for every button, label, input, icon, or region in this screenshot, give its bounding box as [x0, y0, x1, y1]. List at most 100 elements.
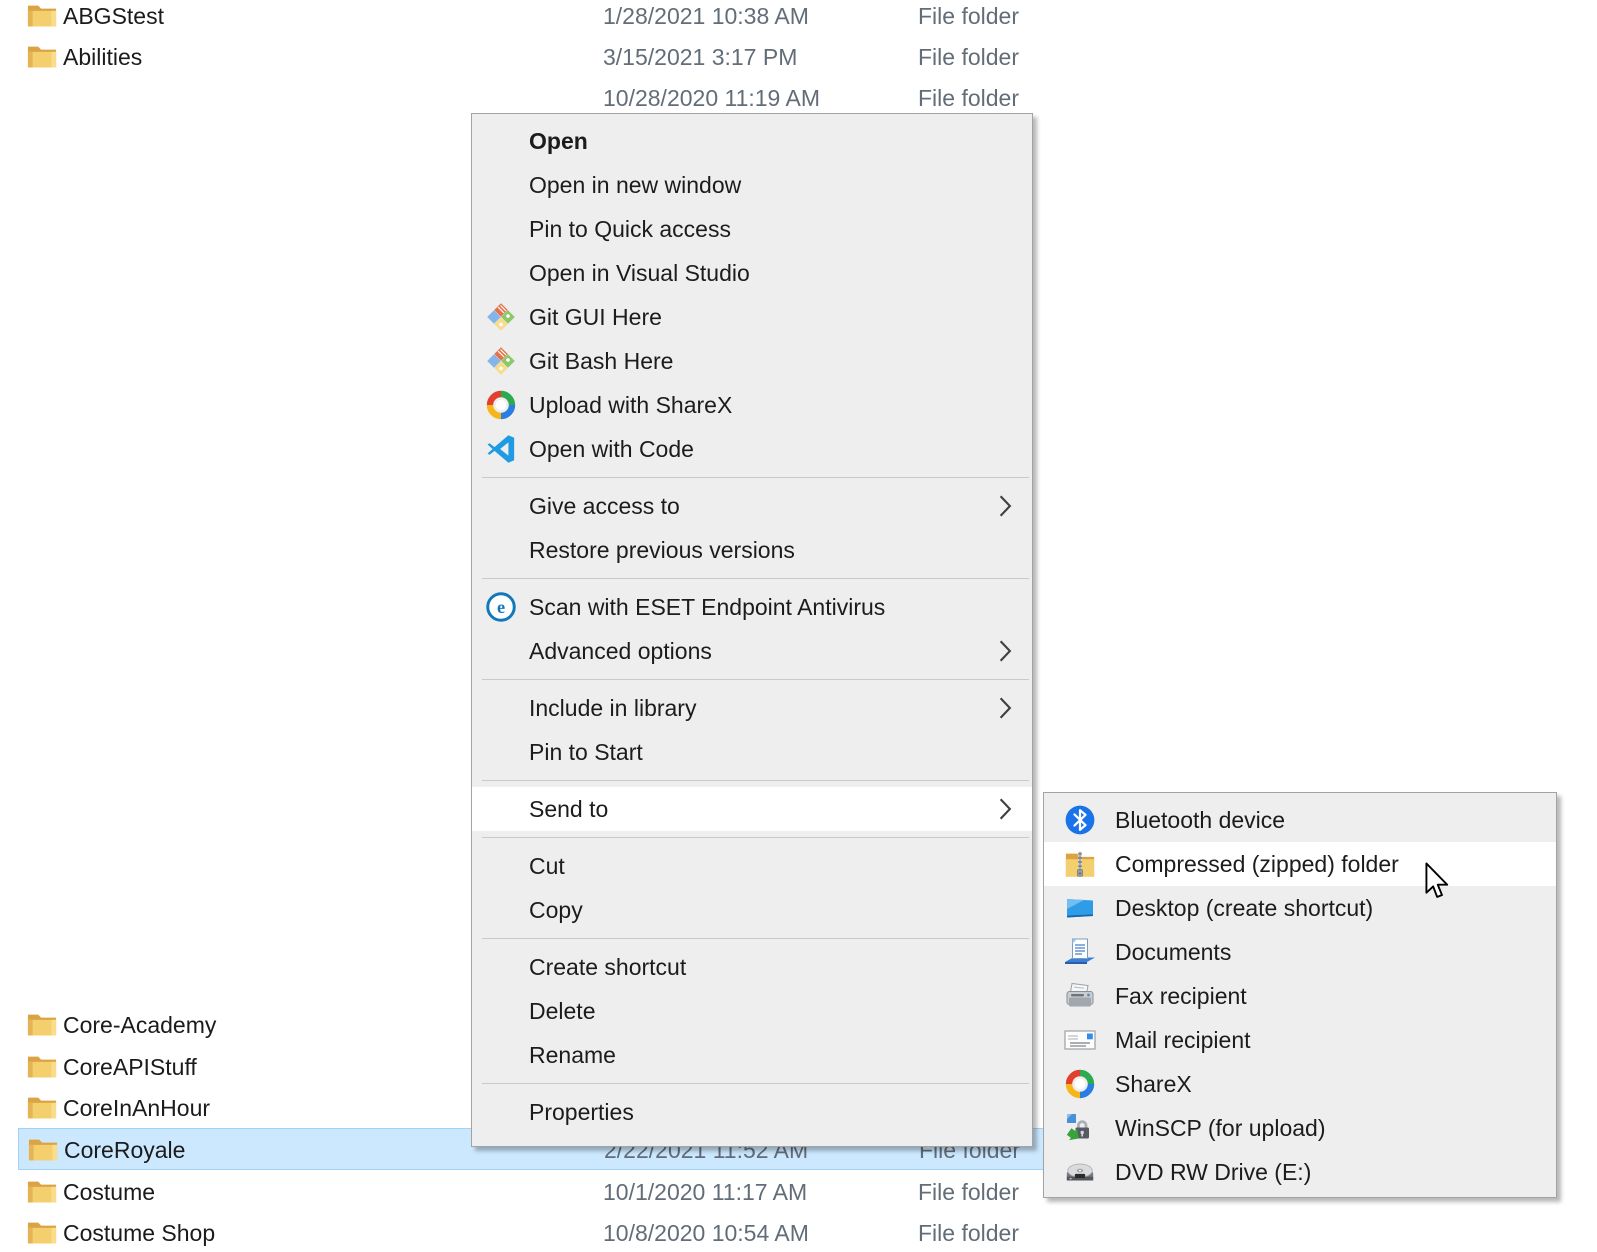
icon-slot [1044, 1068, 1115, 1100]
file-explorer-window: ABGStest 1/28/2021 10:38 AM File folder … [0, 0, 1597, 1252]
menu-item-give-access-to[interactable]: Give access to [472, 484, 1032, 528]
file-type: File folder [918, 1171, 1019, 1213]
sharex-icon [1064, 1068, 1096, 1100]
submenu-item-label: ShareX [1115, 1071, 1192, 1098]
menu-item-upload-with-sharex[interactable]: Upload with ShareX [472, 383, 1032, 427]
folder-icon [27, 1094, 57, 1120]
menu-item-cut[interactable]: Cut [472, 844, 1032, 888]
menu-item-git-gui-here[interactable]: Git GUI Here [472, 295, 1032, 339]
submenu-item-fax-recipient[interactable]: Fax recipient [1044, 974, 1556, 1018]
icon-slot [1044, 892, 1115, 924]
icon-slot [1044, 1156, 1115, 1188]
submenu-item-label: Fax recipient [1115, 983, 1247, 1010]
file-date-modified: 10/8/2020 10:54 AM [603, 1212, 809, 1252]
mail-icon [1064, 1024, 1096, 1056]
file-row-abgstest[interactable]: ABGStest 1/28/2021 10:38 AM File folder [0, 0, 1160, 37]
file-name: Costume [63, 1171, 155, 1213]
git-icon [485, 345, 517, 377]
submenu-item-label: WinSCP (for upload) [1115, 1115, 1326, 1142]
icon-slot [1044, 804, 1115, 836]
submenu-item-label: Desktop (create shortcut) [1115, 895, 1373, 922]
icon-slot [472, 433, 529, 465]
menu-item-pin-to-quick-access[interactable]: Pin to Quick access [472, 207, 1032, 251]
file-date-modified: 10/1/2020 11:17 AM [603, 1171, 807, 1213]
menu-item-rename[interactable]: Rename [472, 1033, 1032, 1077]
menu-item-git-bash-here[interactable]: Git Bash Here [472, 339, 1032, 383]
submenu-item-winscp-for-upload[interactable]: WinSCP (for upload) [1044, 1106, 1556, 1150]
submenu-item-compressed-zipped-folder[interactable]: Compressed (zipped) folder [1044, 842, 1556, 886]
menu-item-advanced-options[interactable]: Advanced options [472, 629, 1032, 673]
file-name: CoreRoyale [64, 1129, 185, 1171]
folder-icon [27, 1053, 57, 1079]
menu-item-restore-previous-versions[interactable]: Restore previous versions [472, 528, 1032, 572]
menu-item-include-in-library[interactable]: Include in library [472, 686, 1032, 730]
menu-item-label: Upload with ShareX [529, 392, 732, 419]
menu-item-label: Advanced options [529, 638, 712, 665]
menu-separator [482, 679, 1029, 680]
file-name: CoreInAnHour [63, 1087, 210, 1129]
menu-item-copy[interactable]: Copy [472, 888, 1032, 932]
submenu-item-desktop-create-shortcut[interactable]: Desktop (create shortcut) [1044, 886, 1556, 930]
eset-icon [485, 591, 517, 623]
file-name: CoreAPIStuff [63, 1046, 197, 1088]
icon-slot [1044, 980, 1115, 1012]
file-name: ABGStest [63, 0, 164, 37]
menu-item-send-to[interactable]: Send to [472, 787, 1032, 831]
submenu-item-dvd-rw-drive[interactable]: DVD RW Drive (E:) [1044, 1150, 1556, 1194]
menu-item-label: Properties [529, 1099, 634, 1126]
file-name: Costume Shop [63, 1212, 215, 1252]
menu-item-scan-with-eset[interactable]: Scan with ESET Endpoint Antivirus [472, 585, 1032, 629]
desktop-icon [1064, 892, 1096, 924]
menu-item-open[interactable]: Open [472, 119, 1032, 163]
submenu-item-label: Documents [1115, 939, 1231, 966]
menu-item-label: Cut [529, 853, 565, 880]
menu-item-label: Delete [529, 998, 595, 1025]
menu-separator [482, 578, 1029, 579]
send-to-submenu: Bluetooth device Compressed (zipped) fol… [1043, 792, 1557, 1198]
menu-item-properties[interactable]: Properties [472, 1090, 1032, 1134]
icon-slot [472, 389, 529, 421]
icon-slot [1044, 1112, 1115, 1144]
git-icon [485, 301, 517, 333]
file-date-modified: 1/28/2021 10:38 AM [603, 0, 809, 37]
menu-item-label: Git GUI Here [529, 304, 662, 331]
submenu-item-sharex[interactable]: ShareX [1044, 1062, 1556, 1106]
menu-item-open-with-code[interactable]: Open with Code [472, 427, 1032, 471]
file-name: Abilities [63, 36, 142, 78]
icon-slot [472, 301, 529, 333]
menu-item-label: Pin to Quick access [529, 216, 731, 243]
file-type: File folder [918, 0, 1019, 37]
menu-item-create-shortcut[interactable]: Create shortcut [472, 945, 1032, 989]
submenu-item-label: Compressed (zipped) folder [1115, 851, 1399, 878]
submenu-item-bluetooth-device[interactable]: Bluetooth device [1044, 798, 1556, 842]
menu-separator [482, 938, 1029, 939]
menu-item-pin-to-start[interactable]: Pin to Start [472, 730, 1032, 774]
vscode-icon [485, 433, 517, 465]
winscp-icon [1064, 1112, 1096, 1144]
menu-item-open-in-visual-studio[interactable]: Open in Visual Studio [472, 251, 1032, 295]
file-row-abilities[interactable]: Abilities 3/15/2021 3:17 PM File folder [0, 36, 1160, 78]
icon-slot [1044, 1024, 1115, 1056]
folder-icon [27, 43, 57, 69]
menu-separator [482, 1083, 1029, 1084]
mouse-cursor-icon [1424, 862, 1452, 902]
folder-icon [28, 1136, 58, 1162]
file-name: Core-Academy [63, 1004, 216, 1046]
context-menu: Open Open in new window Pin to Quick acc… [471, 113, 1033, 1147]
icon-slot [472, 345, 529, 377]
bluetooth-icon [1064, 804, 1096, 836]
menu-item-delete[interactable]: Delete [472, 989, 1032, 1033]
submenu-item-documents[interactable]: Documents [1044, 930, 1556, 974]
menu-item-label: Pin to Start [529, 739, 643, 766]
menu-item-label: Give access to [529, 493, 680, 520]
file-row-costume-shop[interactable]: Costume Shop 10/8/2020 10:54 AM File fol… [0, 1212, 1160, 1252]
menu-item-label: Send to [529, 796, 608, 823]
menu-item-open-in-new-window[interactable]: Open in new window [472, 163, 1032, 207]
submenu-item-mail-recipient[interactable]: Mail recipient [1044, 1018, 1556, 1062]
file-row-costume[interactable]: Costume 10/1/2020 11:17 AM File folder [0, 1171, 1160, 1213]
menu-separator [482, 477, 1029, 478]
chevron-right-icon [999, 640, 1012, 662]
menu-item-label: Restore previous versions [529, 537, 795, 564]
menu-item-label: Open with Code [529, 436, 694, 463]
menu-item-label: Rename [529, 1042, 616, 1069]
